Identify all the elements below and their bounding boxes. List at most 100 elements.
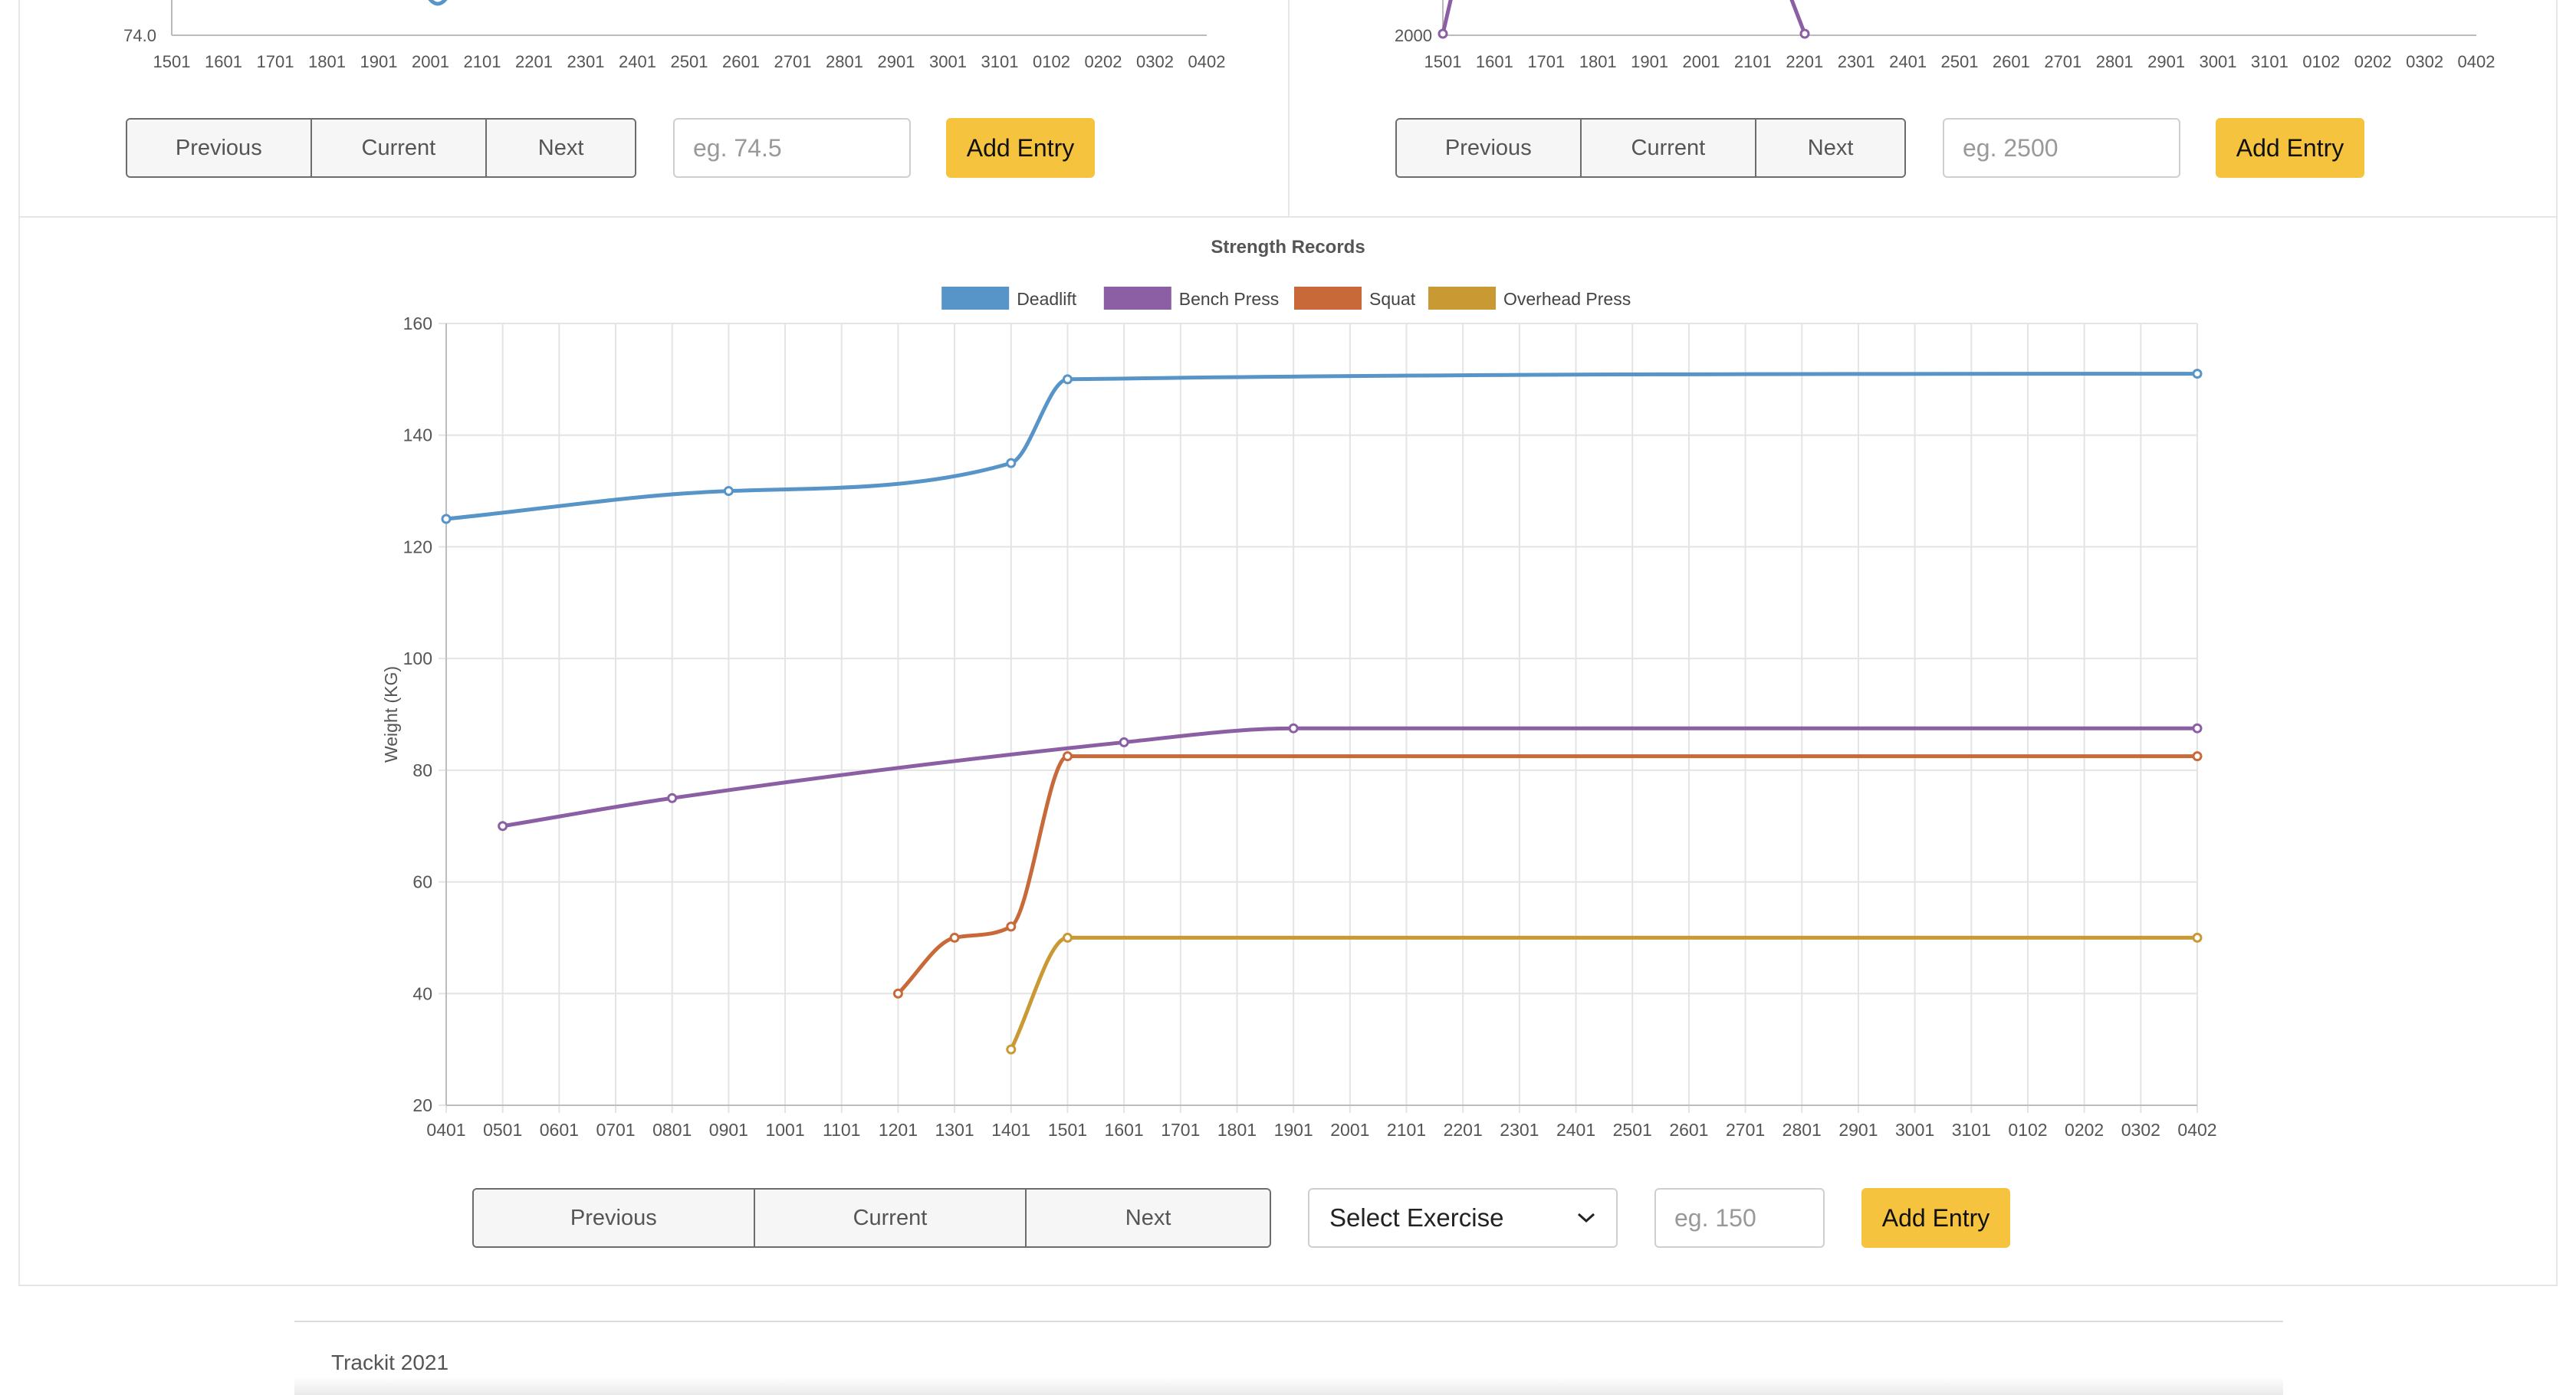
x-tick-label: 2601 <box>1669 1120 1708 1140</box>
calories-line-left <box>1441 0 1453 34</box>
squat-point <box>1062 751 1073 762</box>
legend-swatch <box>941 287 1010 310</box>
calories-x-tick-label: 0302 <box>2406 52 2443 71</box>
calories-point-2 <box>1799 28 1810 39</box>
calories-next-button[interactable]: Next <box>1756 120 1904 176</box>
calories-line-right <box>1789 0 1807 34</box>
strength-next-button[interactable]: Next <box>1027 1190 1270 1246</box>
deadlift-point <box>723 486 734 497</box>
overhead-press-point <box>1062 932 1073 943</box>
bench-press-point <box>498 821 508 832</box>
x-tick-label: 0402 <box>2177 1120 2216 1140</box>
calories-chart: 2000 1501 1601 1701 1801 1901 2001 2101 2201 230… <box>1395 0 2496 71</box>
calories-x-tick-label: 0102 <box>2302 52 2340 71</box>
x-tick-label: 0701 <box>596 1120 635 1140</box>
calories-x-tick-label: 2301 <box>1838 52 1875 71</box>
y-tick-label: 80 <box>412 760 432 780</box>
calories-nav-group: Previous Current Next <box>1395 118 1906 178</box>
calories-x-tick-label: 1501 <box>1424 52 1462 71</box>
calories-current-button[interactable]: Current <box>1581 120 1757 176</box>
calories-x-tick-label: 1801 <box>1579 52 1617 71</box>
calories-x-tick-label: 2001 <box>1683 52 1720 71</box>
x-tick-label: 0801 <box>652 1120 692 1140</box>
exercise-select[interactable]: Select Exercise <box>1308 1188 1618 1248</box>
calories-x-tick-label: 0402 <box>2458 52 2496 71</box>
legend-label: Overhead Press <box>1503 289 1631 309</box>
weight-x-tick-label: 1701 <box>257 52 294 71</box>
footer-divider <box>294 1321 2283 1322</box>
x-tick-label: 0601 <box>540 1120 579 1140</box>
legend-swatch <box>1103 287 1171 310</box>
legend-swatch <box>1428 287 1496 310</box>
calories-input[interactable] <box>1943 118 2180 178</box>
x-tick-label: 2701 <box>1726 1120 1765 1140</box>
weight-input[interactable] <box>673 118 911 178</box>
weight-x-tick-label: 1601 <box>205 52 242 71</box>
strength-current-button[interactable]: Current <box>754 1190 1027 1246</box>
x-tick-label: 1901 <box>1274 1120 1313 1140</box>
x-tick-label: 1401 <box>991 1120 1030 1140</box>
weight-add-entry-button[interactable]: Add Entry <box>946 118 1095 178</box>
x-tick-label: 1501 <box>1048 1120 1087 1140</box>
x-tick-label: 2001 <box>1330 1120 1369 1140</box>
x-tick-label: 2101 <box>1387 1120 1426 1140</box>
calories-add-entry-button[interactable]: Add Entry <box>2216 118 2364 178</box>
bench-press-point <box>667 793 678 803</box>
bench-press-point <box>2192 723 2203 734</box>
weight-x-tick-label: 3101 <box>981 52 1019 71</box>
strength-add-entry-button[interactable]: Add Entry <box>1861 1188 2010 1248</box>
y-axis-label: Weight (KG) <box>381 666 401 763</box>
deadlift-point <box>2192 369 2203 379</box>
squat-point <box>2192 751 2203 762</box>
footer-shadow <box>294 1377 2283 1395</box>
legend-label: Bench Press <box>1179 289 1279 309</box>
weight-chart: 74.0 1501 1601 1701 1801 1901 2001 2101 2201 230… <box>123 0 1225 71</box>
weight-x-tick-label: 1501 <box>153 52 191 71</box>
weight-x-tick-label: 2801 <box>826 52 863 71</box>
y-tick-label: 20 <box>412 1095 432 1115</box>
x-tick-label: 1801 <box>1217 1120 1257 1140</box>
bench-press-point <box>1288 723 1299 734</box>
weight-x-tick-label: 2401 <box>619 52 656 71</box>
calories-x-tick-label: 2601 <box>1993 52 2030 71</box>
weight-x-tick-label: 2701 <box>774 52 812 71</box>
legend-label: Squat <box>1369 289 1416 309</box>
deadlift-point <box>1062 374 1073 385</box>
weight-previous-button[interactable]: Previous <box>127 120 312 176</box>
calories-x-tick-label: 2701 <box>2044 52 2082 71</box>
calories-x-tick-label: 3001 <box>2200 52 2237 71</box>
calories-x-tick-label: 2101 <box>1734 52 1772 71</box>
strength-nav-group: Previous Current Next <box>472 1188 1271 1248</box>
calories-previous-button[interactable]: Previous <box>1397 120 1582 176</box>
weight-y-min-label: 74.0 <box>123 26 156 45</box>
x-tick-label: 0901 <box>709 1120 748 1140</box>
squat-point <box>949 932 960 943</box>
x-tick-label: 1101 <box>823 1120 860 1140</box>
strength-previous-button[interactable]: Previous <box>474 1190 755 1246</box>
weight-current-button[interactable]: Current <box>311 120 488 176</box>
weight-x-tick-label: 2201 <box>515 52 553 71</box>
calories-x-tick-label: 2801 <box>2096 52 2134 71</box>
calories-x-tick-label: 2901 <box>2147 52 2185 71</box>
calories-x-tick-label: 1701 <box>1527 52 1565 71</box>
weight-x-tick-label: 1901 <box>360 52 398 71</box>
strength-input[interactable] <box>1654 1188 1825 1248</box>
weight-x-tick-label: 2101 <box>464 52 501 71</box>
x-tick-label: 2401 <box>1556 1120 1595 1140</box>
weight-x-tick-label: 0302 <box>1136 52 1174 71</box>
x-tick-label: 1301 <box>935 1120 974 1140</box>
exercise-select-label: Select Exercise <box>1329 1203 1504 1232</box>
squat-line <box>896 754 2197 996</box>
x-tick-label: 1701 <box>1161 1120 1200 1140</box>
y-tick-label: 160 <box>403 313 432 333</box>
y-tick-label: 140 <box>403 425 432 445</box>
weight-x-tick-label: 1801 <box>308 52 346 71</box>
squat-point <box>1006 921 1017 932</box>
x-tick-label: 1201 <box>879 1120 918 1140</box>
weight-next-button[interactable]: Next <box>487 120 635 176</box>
x-tick-label: 2901 <box>1838 1120 1878 1140</box>
overhead-press-point <box>2192 932 2203 943</box>
calories-x-tick-label: 2501 <box>1941 52 1979 71</box>
chart-title: Strength Records <box>1211 237 1365 258</box>
legend-swatch <box>1294 287 1362 310</box>
